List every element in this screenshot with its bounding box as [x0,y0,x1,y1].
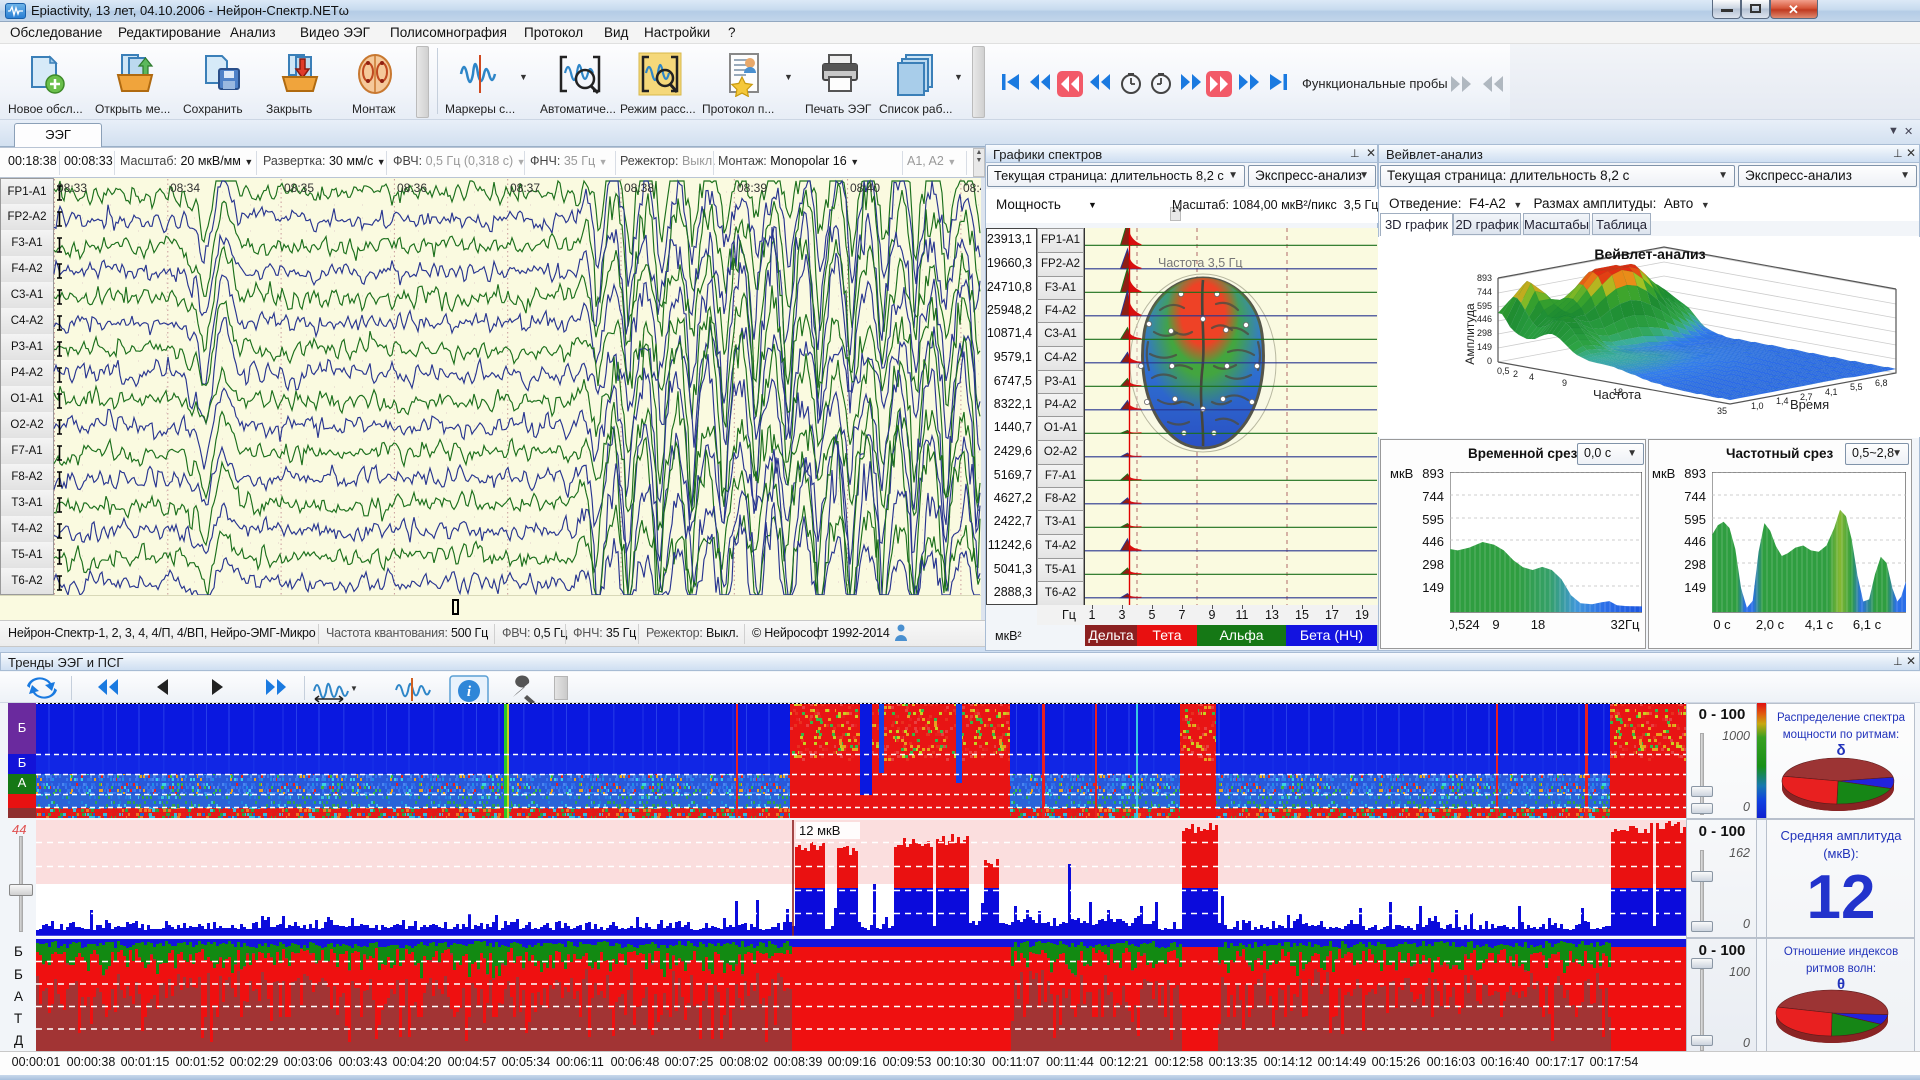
svg-text:298: 298 [1477,328,1492,338]
svg-text:1,4: 1,4 [1776,396,1789,406]
svg-text:12 мкВ: 12 мкВ [799,823,840,838]
svg-text:Амплитуда: Амплитуда [1463,303,1477,365]
svg-text:35: 35 [1717,406,1727,416]
svg-text:446: 446 [1477,314,1492,324]
svg-text:4: 4 [1529,372,1534,382]
svg-text:0: 0 [1487,356,1492,366]
svg-text:0,5: 0,5 [1497,366,1510,376]
svg-text:08:33: 08:33 [57,181,87,195]
svg-text:32Гц: 32Гц [1611,617,1640,632]
svg-text:5,5: 5,5 [1850,382,1863,392]
svg-text:893: 893 [1477,273,1492,283]
svg-text:Частота 3,5 Гц: Частота 3,5 Гц [1158,256,1243,270]
svg-text:Частота: Частота [1593,387,1642,402]
svg-text:Время: Время [1790,397,1829,412]
svg-text:149: 149 [1477,342,1492,352]
svg-text:18: 18 [1531,617,1545,632]
svg-text:08:40: 08:40 [850,181,880,195]
svg-text:08:35: 08:35 [284,181,314,195]
svg-text:9: 9 [1492,617,1499,632]
svg-text:4,1 с: 4,1 с [1805,617,1834,632]
svg-text:4: 4 [1472,617,1479,632]
svg-text:0,52: 0,52 [1450,617,1473,632]
svg-text:2: 2 [1513,369,1518,379]
svg-text:6,1 с: 6,1 с [1853,617,1882,632]
svg-text:744: 744 [1477,287,1492,297]
svg-text:08:34: 08:34 [170,181,200,195]
svg-text:0 с: 0 с [1713,617,1731,632]
svg-text:4,1: 4,1 [1825,387,1838,397]
svg-text:08:38: 08:38 [624,181,654,195]
svg-text:08:39: 08:39 [737,181,767,195]
svg-text:1,0: 1,0 [1751,401,1764,411]
svg-text:08:36: 08:36 [397,181,427,195]
svg-text:08:37: 08:37 [510,181,540,195]
svg-text:595: 595 [1477,301,1492,311]
svg-text:6,8: 6,8 [1875,378,1888,388]
svg-text:9: 9 [1562,378,1567,388]
svg-text:2,0 с: 2,0 с [1756,617,1785,632]
